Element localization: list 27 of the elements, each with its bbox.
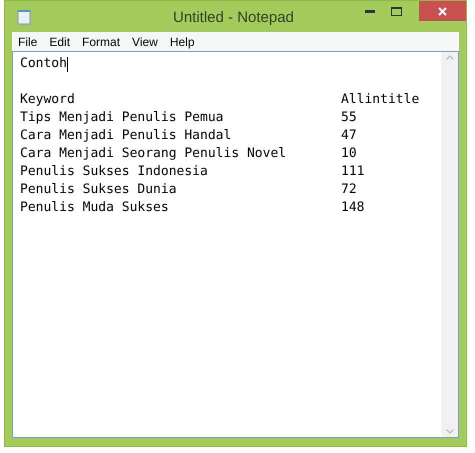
- column-header: Keyword: [20, 91, 76, 109]
- document-text: 47: [341, 127, 357, 145]
- column-header: Allintitle: [341, 91, 420, 109]
- notepad-icon: [17, 8, 31, 24]
- document-text: 55: [341, 109, 357, 127]
- document-text: Penulis Muda Sukses: [20, 199, 170, 217]
- document-text: 72: [341, 181, 357, 199]
- document-text: Penulis Sukses Indonesia: [20, 163, 209, 181]
- document-text: 148: [341, 199, 364, 217]
- window-title: Untitled - Notepad: [173, 8, 294, 28]
- minimize-icon: [365, 10, 375, 12]
- close-button[interactable]: [419, 1, 466, 21]
- document-text: Tips Menjadi Penulis Pemua: [20, 109, 224, 127]
- close-icon: [438, 6, 447, 16]
- document-text: 111: [341, 163, 364, 181]
- maximize-icon: [390, 6, 402, 16]
- menu-item[interactable]: Format: [76, 32, 126, 50]
- document-text: Contoh: [20, 55, 67, 73]
- document-text: 10: [341, 145, 357, 163]
- menu-item[interactable]: View: [126, 32, 164, 50]
- document-text: Penulis Sukses Dunia: [20, 181, 178, 199]
- text-area[interactable]: [12, 51, 459, 438]
- menu-item[interactable]: File: [12, 32, 44, 50]
- document-text: Cara Menjadi Penulis Handal: [20, 127, 232, 145]
- menu-item[interactable]: Edit: [43, 32, 76, 50]
- document-text: Cara Menjadi Seorang Penulis Novel: [20, 145, 288, 163]
- menu-item[interactable]: Help: [164, 32, 201, 50]
